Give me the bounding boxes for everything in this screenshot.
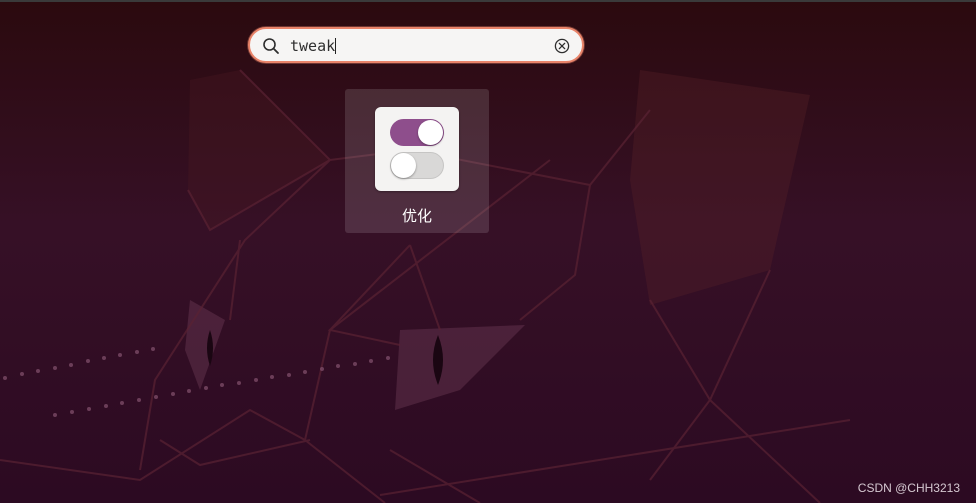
watermark-text: CSDN @CHH3213 xyxy=(857,481,960,495)
search-query: tweak xyxy=(290,37,336,55)
app-label: 优化 xyxy=(401,207,432,225)
toggle-on-graphic xyxy=(390,119,444,146)
toggle-knob xyxy=(391,153,416,178)
text-caret xyxy=(335,38,337,54)
top-border xyxy=(0,0,976,2)
search-input[interactable]: tweak xyxy=(290,36,550,56)
search-icon xyxy=(263,38,279,54)
toggle-off-graphic xyxy=(390,152,444,179)
clear-icon[interactable] xyxy=(554,38,570,54)
toggle-switches-icon xyxy=(375,107,459,191)
wallpaper-background xyxy=(0,0,976,503)
toggle-knob xyxy=(418,120,443,145)
app-result-tweaks[interactable]: 优化 xyxy=(345,89,489,233)
search-box[interactable]: tweak xyxy=(248,27,584,63)
desktop-overview: tweak 优化 CSDN @CHH3213 xyxy=(0,0,976,503)
